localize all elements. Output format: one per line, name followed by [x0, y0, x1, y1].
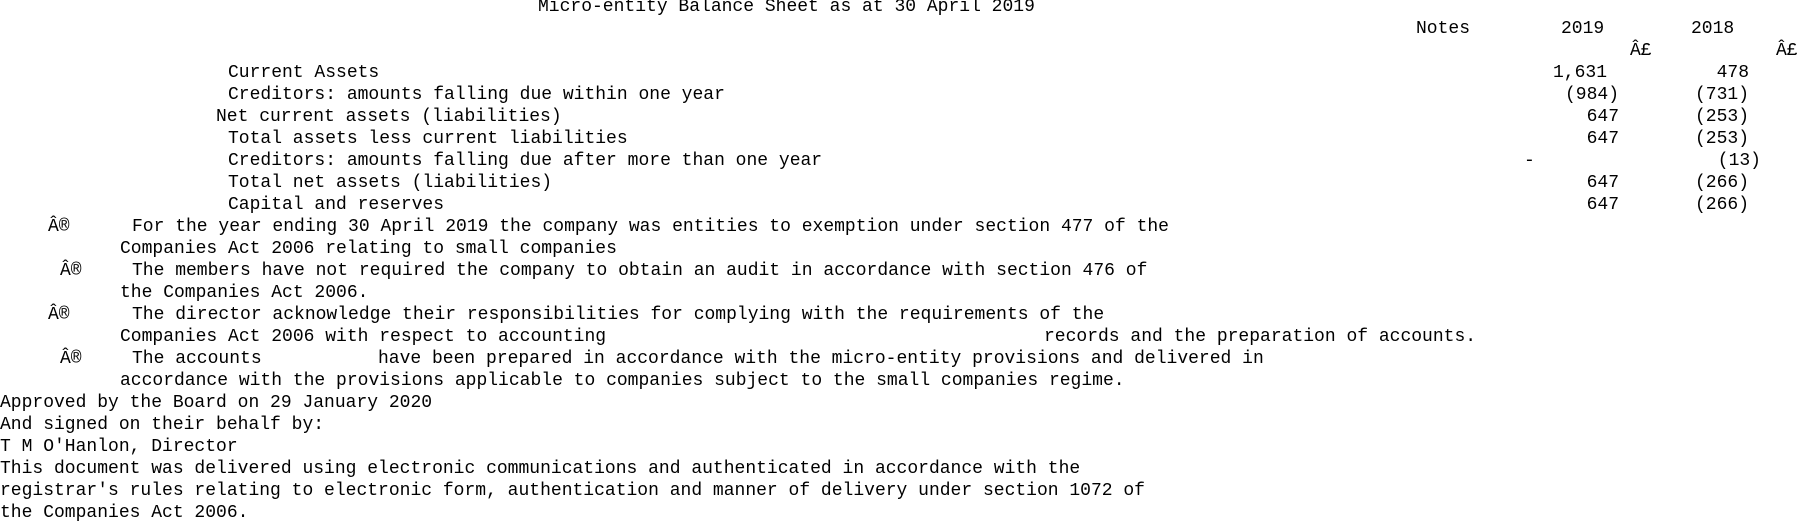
signed-on-behalf: And signed on their behalf by:: [0, 415, 325, 435]
row-label: Capital and reserves: [228, 195, 445, 215]
page-title: Micro-entity Balance Sheet as at 30 Apri…: [538, 0, 1035, 17]
currency-2019-label: Â£: [1630, 41, 1652, 61]
statement-text: The director acknowledge their responsib…: [132, 305, 1105, 325]
row-label: Creditors: amounts falling due after mor…: [228, 151, 823, 171]
row-value-2019: 647: [1586, 107, 1619, 127]
row-label: Creditors: amounts falling due within on…: [228, 85, 725, 105]
row-value-2019: 647: [1586, 129, 1619, 149]
row-value-2019: (984): [1564, 85, 1619, 105]
statement-text: The accounts: [132, 349, 262, 369]
statement-text: accordance with the provisions applicabl…: [120, 371, 1125, 391]
statement-text: For the year ending 30 April 2019 the co…: [132, 217, 1169, 237]
statement-text: Companies Act 2006 with respect to accou…: [120, 327, 607, 347]
row-label: Total net assets (liabilities): [228, 173, 553, 193]
year-2019-column-header: 2019: [1561, 19, 1605, 39]
footer-line: the Companies Act 2006.: [0, 503, 249, 523]
bullet-mark: Â®: [48, 217, 70, 237]
approval-date: Approved by the Board on 29 January 2020: [0, 393, 433, 413]
row-label: Current Assets: [228, 63, 380, 83]
notes-column-header: Notes: [1416, 19, 1471, 39]
row-label: Net current assets (liabilities): [216, 107, 562, 127]
signatory-name: T M O'Hanlon, Director: [0, 437, 238, 457]
row-notes: -: [1524, 151, 1535, 171]
statement-text: Companies Act 2006 relating to small com…: [120, 239, 617, 259]
row-value-2018: (253): [1694, 107, 1749, 127]
row-value-2018: 478: [1716, 63, 1749, 83]
balance-sheet-page: { "title": "Micro-entity Balance Sheet a…: [0, 0, 1799, 523]
row-value-2018: (266): [1694, 195, 1749, 215]
statement-text: the Companies Act 2006.: [120, 283, 369, 303]
statement-text: have been prepared in accordance with th…: [378, 349, 1264, 369]
bullet-mark: Â®: [60, 261, 82, 281]
footer-line: registrar's rules relating to electronic…: [0, 481, 1145, 501]
row-value-2018: (13): [1717, 151, 1761, 171]
row-value-2018: (731): [1694, 85, 1749, 105]
row-value-2018: (253): [1694, 129, 1749, 149]
row-label: Total assets less current liabilities: [228, 129, 628, 149]
footer-line: This document was delivered using electr…: [0, 459, 1081, 479]
year-2018-column-header: 2018: [1691, 19, 1735, 39]
statement-text: The members have not required the compan…: [132, 261, 1148, 281]
row-value-2019: 647: [1586, 195, 1619, 215]
statement-text: records and the preparation of accounts.: [1044, 327, 1477, 347]
row-value-2019: 647: [1586, 173, 1619, 193]
bullet-mark: Â®: [48, 305, 70, 325]
bullet-mark: Â®: [60, 349, 82, 369]
row-value-2019: 1,631: [1552, 63, 1607, 83]
currency-2018-label: Â£: [1776, 41, 1798, 61]
row-value-2018: (266): [1694, 173, 1749, 193]
